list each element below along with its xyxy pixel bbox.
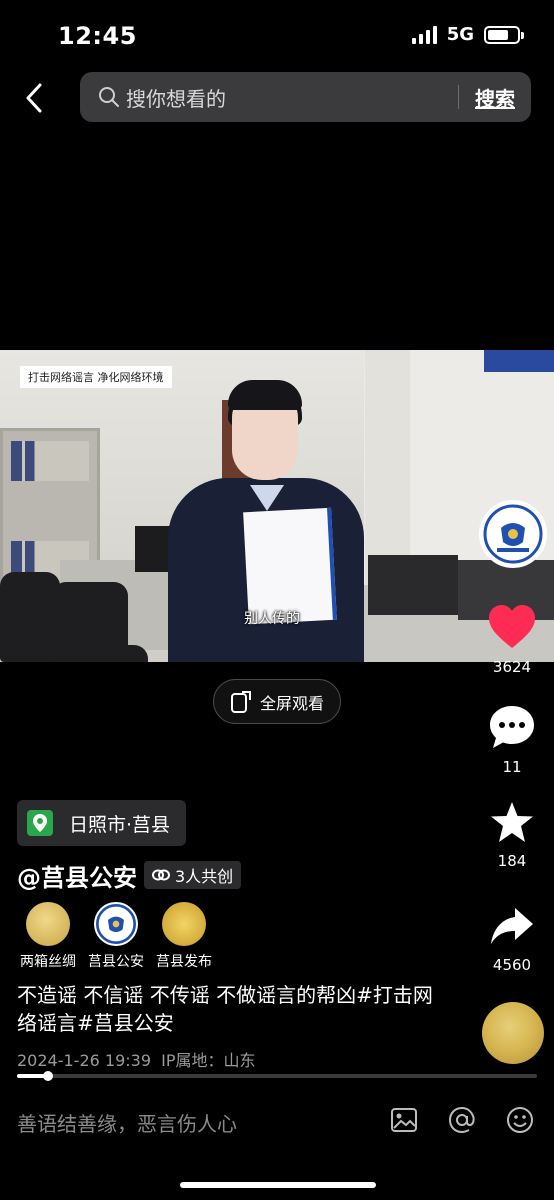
back-button[interactable] <box>18 80 50 116</box>
creator-avatar <box>162 902 206 946</box>
share-button[interactable]: 4560 <box>477 904 547 974</box>
author-name[interactable]: @莒县公安 <box>17 858 137 893</box>
cocreate-label: 3人共创 <box>175 867 234 886</box>
creator-item[interactable]: 两箱丝绸 <box>14 902 82 971</box>
creator-avatar <box>94 902 138 946</box>
link-icon <box>152 869 170 881</box>
share-count: 4560 <box>492 956 532 974</box>
home-indicator <box>180 1182 376 1188</box>
music-disc[interactable] <box>482 1002 544 1064</box>
network-type: 5G <box>446 24 474 45</box>
fullscreen-button[interactable]: 全屏观看 <box>213 679 341 724</box>
fullscreen-label: 全屏观看 <box>259 693 324 713</box>
video-banner: 打击网络谣言 净化网络环境 <box>20 366 172 388</box>
fullscreen-icon <box>230 690 251 713</box>
creator-avatar <box>26 902 70 946</box>
progress-bar[interactable] <box>17 1071 537 1081</box>
video-player[interactable]: 打击网络谣言 净化网络环境 别人传的 <box>0 350 554 662</box>
progress-knob[interactable] <box>43 1071 54 1081</box>
search-input[interactable]: 搜你想看的 <box>126 83 458 112</box>
battery-icon <box>484 25 524 44</box>
search-icon <box>98 86 120 108</box>
video-subtitle: 别人传的 <box>244 611 300 627</box>
creator-name: 两箱丝绸 <box>20 954 76 970</box>
star-icon <box>491 802 533 842</box>
creator-item[interactable]: 莒县发布 <box>150 902 218 971</box>
police-badge-icon <box>483 504 543 564</box>
post-meta: 2024-1-26 19:39 IP属地：山东 <box>17 1047 256 1071</box>
mention-icon[interactable] <box>446 1104 478 1136</box>
video-description: 不造谣 不信谣 不传谣 不做谣言的帮凶#打击网络谣言#莒县公安 <box>17 983 433 1035</box>
search-bar[interactable]: 搜你想看的 搜索 <box>80 72 531 122</box>
post-date: 2024-1-26 19:39 <box>17 1051 151 1070</box>
status-time: 12:45 <box>58 22 137 50</box>
creator-item[interactable]: 莒县公安 <box>82 902 150 971</box>
creator-name: 莒县公安 <box>88 954 144 970</box>
cocreate-badge[interactable]: 3人共创 <box>144 861 242 889</box>
comment-tools <box>388 1104 536 1136</box>
share-arrow-icon <box>491 908 533 944</box>
location-label: 日照市·莒县 <box>69 813 171 836</box>
location-pin-icon <box>27 810 53 836</box>
signal-icon <box>411 25 437 44</box>
comment-input[interactable]: 善语结善缘，恶言伤人心 <box>17 1108 237 1137</box>
comment-icon <box>490 706 534 748</box>
document-folder <box>243 507 337 625</box>
creator-list: 两箱丝绸 莒县公安 莒县发布 <box>14 902 218 971</box>
search-button[interactable]: 搜索 <box>459 83 531 112</box>
author-avatar[interactable] <box>479 500 547 568</box>
image-icon[interactable] <box>388 1104 420 1136</box>
like-button[interactable]: 3624 <box>477 604 547 676</box>
status-indicators: 5G <box>411 24 524 45</box>
favorite-count: 184 <box>497 852 527 870</box>
location-tag[interactable]: 日照市·莒县 <box>17 800 186 846</box>
emoji-icon[interactable] <box>504 1104 536 1136</box>
comment-count: 11 <box>502 758 522 776</box>
favorite-button[interactable]: 184 <box>477 800 547 870</box>
heart-icon <box>489 605 535 648</box>
creator-name: 莒县发布 <box>156 954 212 970</box>
comment-button[interactable]: 11 <box>477 704 547 776</box>
ip-location: IP属地：山东 <box>161 1051 256 1070</box>
chevron-left-icon <box>26 83 42 113</box>
like-count: 3624 <box>492 658 532 676</box>
police-badge-icon <box>96 904 136 944</box>
